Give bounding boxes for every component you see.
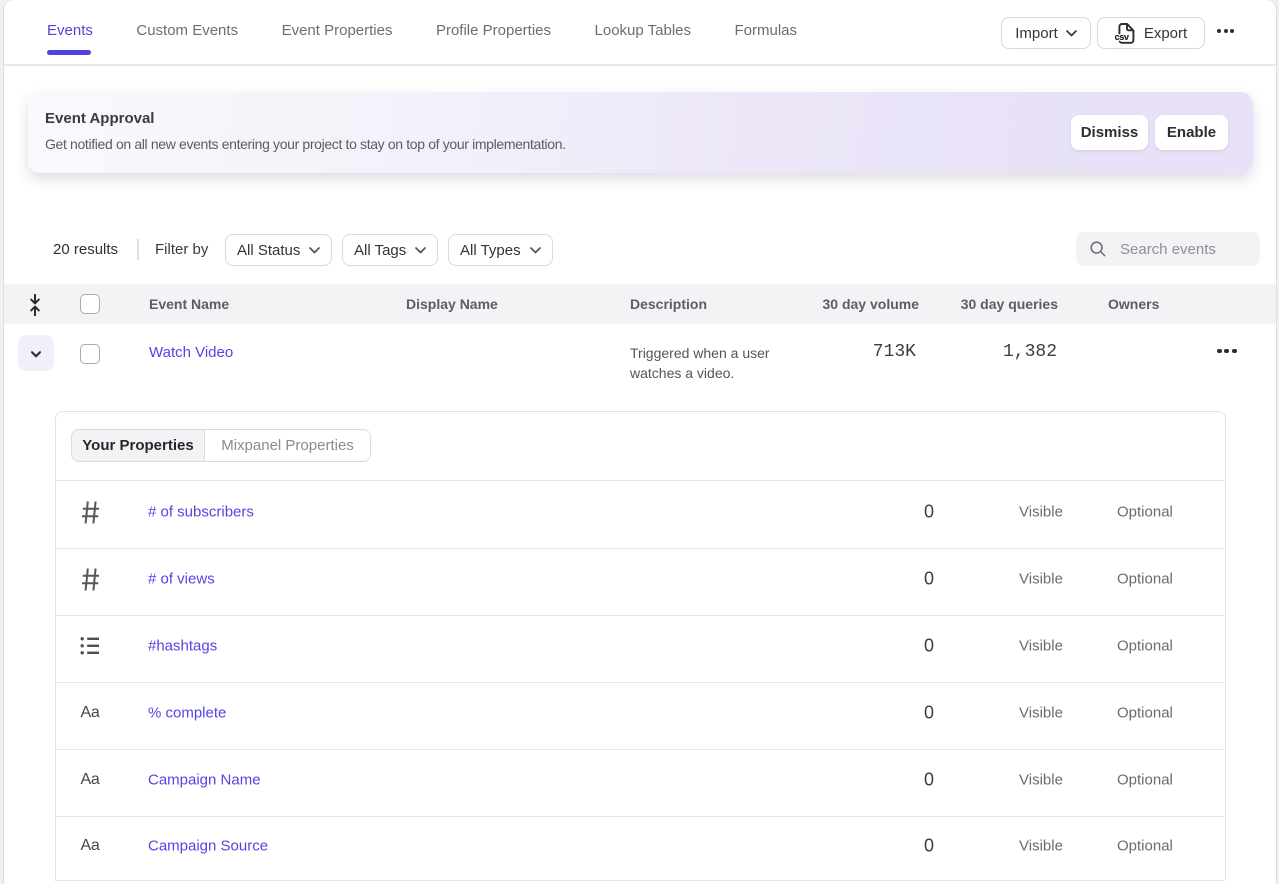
svg-text:csv: csv bbox=[1115, 32, 1130, 42]
